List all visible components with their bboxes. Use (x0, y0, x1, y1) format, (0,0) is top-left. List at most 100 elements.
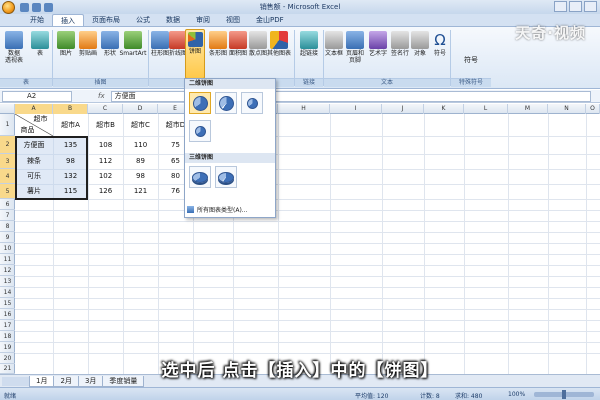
clip-art-icon (79, 31, 97, 49)
tab-formulas[interactable]: 公式 (128, 14, 158, 26)
video-subtitle: 选中后 点击【插入】中的【饼图】 (161, 361, 439, 381)
spreadsheet-grid[interactable]: A B C D E F G H I J K L M N O 1 2 3 4 5 … (0, 104, 600, 374)
window-controls (554, 1, 597, 12)
column-header[interactable]: M (508, 104, 548, 114)
row-header[interactable]: 19 (0, 342, 15, 353)
row-header[interactable]: 6 (0, 199, 15, 210)
pie-chart-icon (187, 32, 203, 47)
column-header[interactable]: O (586, 104, 600, 114)
clip-art-button[interactable]: 剪贴画 (76, 29, 100, 79)
pie-option-basic[interactable] (189, 92, 211, 114)
row-header[interactable]: 7 (0, 210, 15, 221)
row-header[interactable]: 12 (0, 265, 15, 276)
zoom-slider-knob[interactable] (562, 390, 566, 399)
picture-button[interactable]: 图片 (54, 29, 78, 79)
name-box[interactable]: A2 (2, 90, 72, 102)
zoom-level[interactable]: 100% (508, 391, 525, 398)
header-footer-button[interactable]: 页眉和 页脚 (344, 29, 366, 79)
column-header[interactable]: C (88, 104, 123, 114)
row-header[interactable]: 16 (0, 309, 15, 320)
row-header[interactable]: 18 (0, 331, 15, 342)
all-chart-types-label: 所有图表类型(A)... (197, 207, 248, 214)
gridline (15, 287, 600, 288)
table-button[interactable]: 表 (28, 29, 52, 79)
column-header[interactable]: A (15, 104, 53, 114)
all-chart-types-link[interactable]: 所有图表类型(A)... (187, 205, 248, 214)
pie-option-3d-exploded[interactable] (215, 166, 237, 188)
other-charts-button[interactable]: 其他图表 (266, 29, 292, 79)
gridline (15, 254, 600, 255)
text-box-label: 文本框 (324, 50, 343, 57)
column-header[interactable]: D (123, 104, 158, 114)
text-box-button[interactable]: 文本框 (322, 29, 346, 79)
close-icon[interactable] (584, 1, 597, 12)
column-header[interactable]: B (53, 104, 88, 114)
row-header[interactable]: 11 (0, 254, 15, 265)
smartart-button[interactable]: SmartArt (118, 29, 148, 79)
row-header[interactable]: 17 (0, 320, 15, 331)
row-header[interactable]: 15 (0, 298, 15, 309)
header-footer-label: 页眉和 页脚 (345, 50, 364, 64)
wordart-button[interactable]: 艺术字 (366, 29, 390, 79)
other-charts-icon (270, 31, 288, 49)
exploded-pie-3d-icon (218, 171, 234, 183)
row-header[interactable]: 9 (0, 232, 15, 243)
title-bar: 销售额 - Microsoft Excel (0, 0, 600, 14)
tab-kingsoft-pdf[interactable]: 金山PDF (248, 14, 292, 26)
row-header[interactable]: 14 (0, 287, 15, 298)
corner-header-top: 超市 (33, 115, 48, 123)
row-header[interactable]: 8 (0, 221, 15, 232)
gridline (278, 114, 279, 374)
row-header[interactable]: 3 (0, 154, 15, 169)
table-cell: 121 (133, 187, 148, 195)
hyperlink-button[interactable]: 超链接 (296, 29, 322, 79)
pie-option-exploded[interactable] (215, 92, 237, 114)
header-footer-icon (346, 31, 364, 49)
minimize-icon[interactable] (554, 1, 567, 12)
row-header[interactable]: 2 (0, 136, 15, 154)
signature-line-icon (391, 31, 409, 49)
pie-chart-button[interactable]: 饼图 (185, 29, 205, 79)
status-ready: 就绪 (4, 393, 17, 400)
column-header[interactable]: I (330, 104, 382, 114)
status-count: 计数: 8 (420, 393, 440, 400)
row-header[interactable]: 13 (0, 276, 15, 287)
column-header[interactable]: K (424, 104, 464, 114)
symbol-button[interactable]: Ω 符号 (428, 29, 452, 79)
row-header[interactable]: 4 (0, 169, 15, 184)
column-header[interactable]: H (278, 104, 330, 114)
pivot-table-button[interactable]: 数据 透视表 (2, 29, 26, 79)
pie-2d-options-row2 (185, 117, 275, 145)
tab-review[interactable]: 审阅 (188, 14, 218, 26)
select-all-corner[interactable] (0, 104, 15, 114)
maximize-icon[interactable] (569, 1, 582, 12)
special-symbol-button[interactable]: 符号 (454, 57, 488, 71)
smartart-icon (124, 31, 142, 49)
tab-view[interactable]: 视图 (218, 14, 248, 26)
pie-option-3d[interactable] (189, 166, 211, 188)
function-icon[interactable]: fx (98, 92, 105, 100)
column-label: 超市B (96, 121, 115, 129)
column-headers: A B C D E F G H I J K L M N O (0, 104, 600, 114)
column-header[interactable]: N (548, 104, 586, 114)
smartart-label: SmartArt (119, 50, 147, 57)
row-header[interactable]: 10 (0, 243, 15, 254)
row-header[interactable]: 1 (0, 114, 15, 136)
ribbon-insert: 数据 透视表 表 表 图片 剪贴画 形状 SmartArt 插图 柱形图 折线图… (0, 27, 600, 89)
gridline (15, 353, 600, 354)
pie-option-pie-of-pie[interactable] (241, 92, 263, 114)
pie-option-bar-of-pie[interactable] (189, 120, 211, 142)
tab-insert[interactable]: 插入 (52, 14, 84, 26)
column-label: 超市A (61, 121, 80, 129)
tab-data[interactable]: 数据 (158, 14, 188, 26)
column-header[interactable]: J (382, 104, 424, 114)
column-header[interactable]: L (464, 104, 508, 114)
picture-icon (57, 31, 75, 49)
tab-home[interactable]: 开始 (22, 14, 52, 26)
formula-input[interactable]: 方便面 (110, 90, 591, 102)
row-header[interactable]: 5 (0, 184, 15, 199)
object-icon (411, 31, 429, 49)
tab-page-layout[interactable]: 页面布局 (84, 14, 128, 26)
group-links: 链接 (295, 78, 323, 87)
table-cell: 115 (63, 187, 78, 195)
